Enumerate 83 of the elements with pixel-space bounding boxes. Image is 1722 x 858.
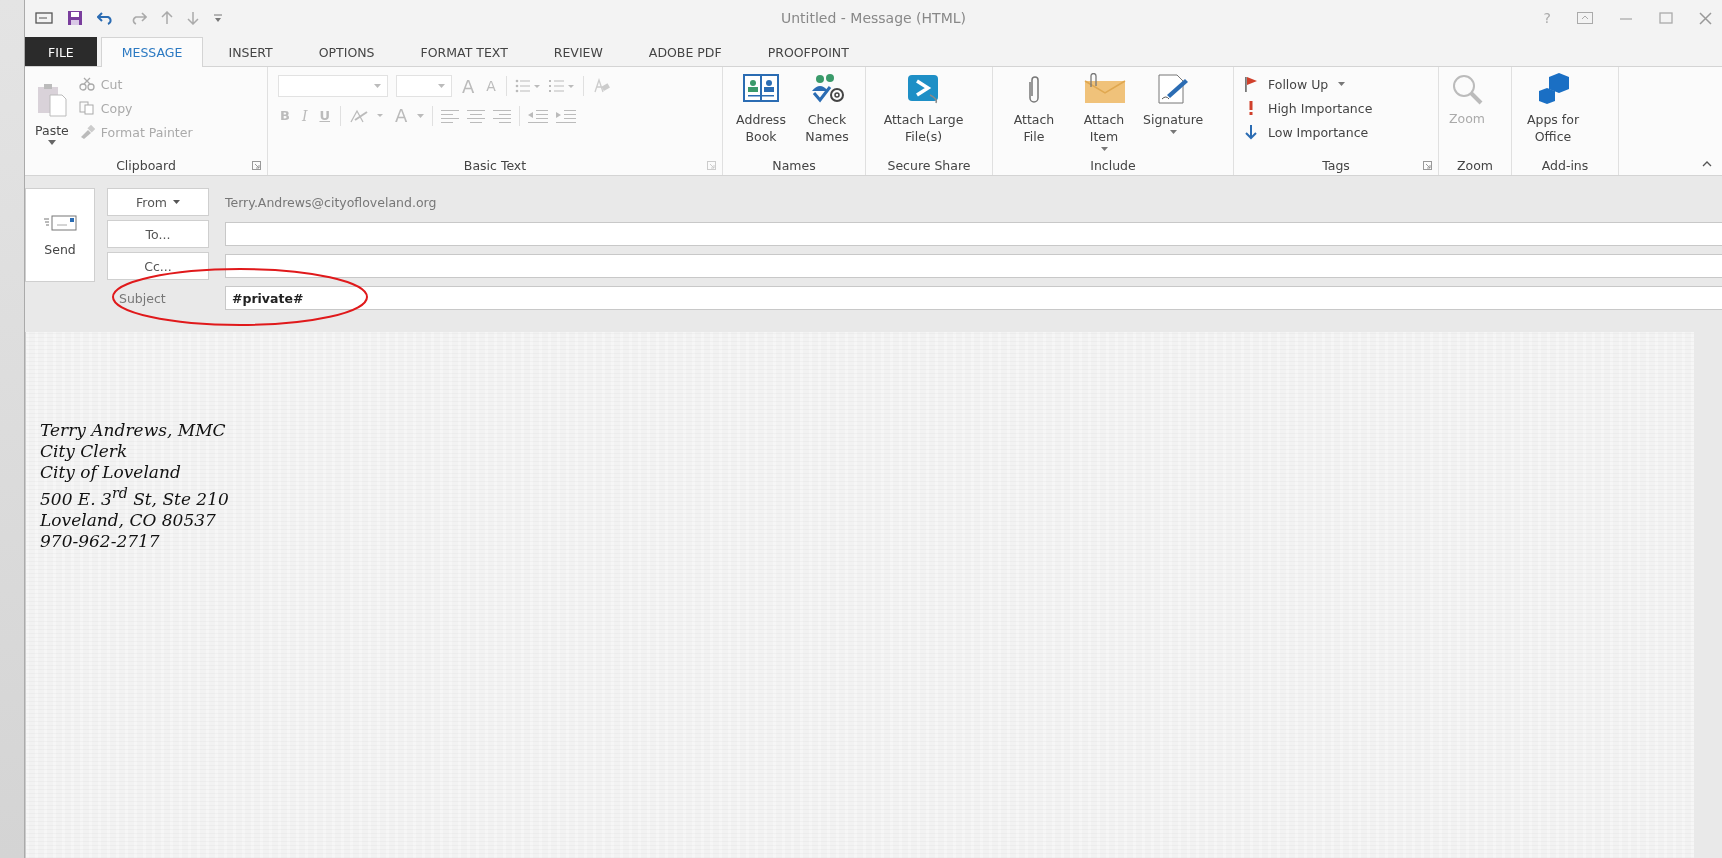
close-icon[interactable]	[1699, 11, 1712, 25]
caret-icon	[417, 113, 425, 118]
message-body[interactable]: Terry Andrews, MMC City Clerk City of Loveland 500 E. 3$^{rd}$ St, Ste 210 Loveland, CO 80537 970-962-2717	[25, 332, 1694, 858]
align-center-icon[interactable]	[467, 108, 486, 123]
signature-line: City Clerk	[40, 441, 129, 462]
copy-icon	[78, 101, 95, 115]
ribbon-tab[interactable]: PROOFPOINT	[746, 38, 870, 66]
caret-icon	[1100, 147, 1108, 151]
group-label: Add-ins	[1541, 157, 1589, 173]
ribbon-tab[interactable]: MESSAGE	[100, 37, 204, 67]
collapse-ribbon-icon[interactable]	[1702, 161, 1712, 167]
ribbon-tab[interactable]: INSERT	[207, 38, 294, 66]
ribbon-tab[interactable]: ADOBE PDF	[627, 38, 743, 66]
group-label: Include	[1090, 157, 1136, 173]
names-button[interactable]: Check Names	[795, 71, 859, 147]
flag-icon	[1244, 76, 1258, 92]
caret-icon	[1169, 130, 1177, 134]
caret-icon	[438, 84, 445, 88]
font-dropdown[interactable]	[278, 75, 388, 97]
clear-formatting-icon[interactable]	[591, 78, 610, 94]
save-icon[interactable]	[67, 10, 83, 26]
cc-button[interactable]: Cc...	[107, 252, 209, 280]
send-button[interactable]: Send	[25, 188, 95, 282]
signature-line: Loveland, CO 80537	[40, 509, 217, 531]
undo-icon[interactable]	[97, 11, 115, 25]
include-button[interactable]: Signature	[1139, 71, 1208, 136]
from-button[interactable]: From	[107, 188, 209, 216]
tag-command[interactable]: High Importance	[1240, 97, 1377, 119]
ribbon-tab[interactable]: FILE	[25, 37, 97, 66]
ribbon-tab[interactable]: REVIEW	[532, 38, 624, 66]
include-button[interactable]: Attach Item	[1069, 71, 1139, 153]
window-title: Untitled - Message (HTML)	[781, 10, 966, 26]
paperclip-icon	[1029, 75, 1039, 103]
signature-line: City of Loveland	[40, 462, 182, 483]
down-arrow-icon	[1244, 124, 1258, 140]
scissors-icon	[78, 77, 95, 91]
include-button[interactable]: Attach File	[999, 71, 1069, 147]
names-button[interactable]: Address Book	[729, 71, 793, 147]
apps-for-office-button[interactable]: Apps for Office	[1518, 71, 1588, 147]
paste-button[interactable]: Paste	[31, 81, 73, 147]
ribbon-tab[interactable]: OPTIONS	[297, 38, 396, 66]
align-left-icon[interactable]	[441, 108, 460, 123]
group-label: Names	[772, 157, 816, 173]
up-arrow-icon[interactable]	[161, 11, 173, 25]
address-book-icon	[743, 73, 779, 105]
customize-menu-icon[interactable]	[213, 13, 223, 23]
dialog-launcher-icon[interactable]	[1423, 161, 1432, 170]
increase-indent-icon[interactable]	[556, 108, 577, 123]
decrease-indent-icon[interactable]	[528, 108, 549, 123]
cc-field[interactable]	[225, 254, 1722, 278]
align-right-icon[interactable]	[493, 108, 512, 123]
ribbon-display-options-icon[interactable]	[1577, 12, 1593, 24]
caret-icon	[374, 84, 381, 88]
envelope-icon	[43, 213, 77, 232]
group-label: Secure Share	[887, 157, 971, 173]
envelope-icon[interactable]	[35, 11, 53, 25]
signature-line: Terry Andrews, MMC	[40, 420, 227, 441]
to-field[interactable]	[225, 222, 1722, 246]
dialog-launcher-icon[interactable]	[707, 161, 716, 170]
group-label: Clipboard	[116, 157, 176, 173]
maximize-icon[interactable]	[1659, 12, 1673, 24]
bullet-list-icon[interactable]	[514, 79, 541, 93]
numbered-list-icon[interactable]	[548, 79, 575, 93]
group-label: Basic Text	[463, 157, 527, 173]
font-size-dropdown[interactable]	[396, 75, 452, 97]
caret-icon	[173, 200, 180, 204]
group-label: Zoom	[1456, 157, 1493, 173]
from-address: Terry.Andrews@cityofloveland.org	[225, 194, 437, 210]
attach-large-file-button[interactable]: Attach Large File(s)	[872, 71, 975, 147]
tag-command[interactable]: Follow Up	[1240, 73, 1377, 95]
signature-line: 500 E. 3$^{rd}$ St, Ste 210	[40, 484, 230, 510]
tag-command[interactable]: Low Importance	[1240, 121, 1377, 143]
signature-line: 970-962-2717	[40, 530, 161, 552]
group-label: Tags	[1322, 157, 1350, 173]
down-arrow-icon[interactable]	[187, 11, 199, 25]
dialog-launcher-icon[interactable]	[252, 161, 261, 170]
subject-field[interactable]: #private#	[225, 286, 1722, 310]
caret-icon	[47, 140, 56, 145]
to-button[interactable]: To...	[107, 220, 209, 248]
clipboard-icon	[35, 83, 68, 117]
subject-label: Subject	[118, 290, 167, 306]
ribbon-tab[interactable]: FORMAT TEXT	[399, 38, 529, 66]
caret-icon	[1338, 82, 1346, 86]
